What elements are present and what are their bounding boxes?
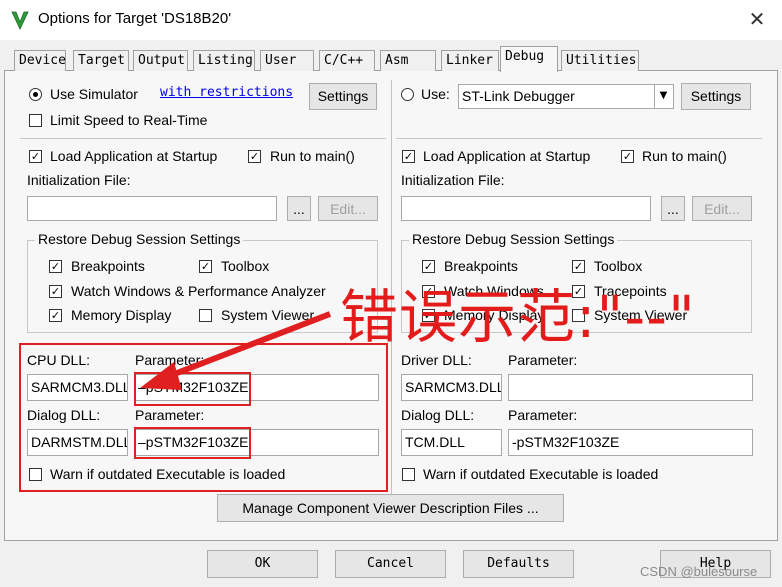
driver-dll-input[interactable]: SARMCM3.DLL: [401, 374, 502, 401]
tab-utilities[interactable]: Utilities: [561, 50, 639, 71]
tab-debug[interactable]: Debug: [500, 46, 558, 72]
right-dialog-dll-input[interactable]: TCM.DLL: [401, 429, 502, 456]
keil-app-icon: [11, 11, 29, 30]
left-init-file-label: Initialization File:: [27, 172, 131, 188]
left-load-app-label: Load Application at Startup: [50, 148, 218, 164]
right-restore-session-title: Restore Debug Session Settings: [409, 231, 618, 247]
left-toolbox-checkbox[interactable]: ✓: [199, 260, 212, 273]
tab-output[interactable]: Output: [133, 50, 188, 71]
defaults-button[interactable]: Defaults: [463, 550, 574, 578]
tab-listing[interactable]: Listing: [193, 50, 255, 71]
tab-c-cpp[interactable]: C/C++: [319, 50, 375, 71]
right-load-app-checkbox[interactable]: ✓: [402, 150, 415, 163]
right-init-file-label: Initialization File:: [401, 172, 505, 188]
tab-linker[interactable]: Linker: [441, 50, 499, 71]
right-warn-outdated-checkbox[interactable]: [402, 468, 415, 481]
use-label: Use:: [421, 86, 450, 102]
driver-dll-label: Driver DLL:: [401, 352, 472, 368]
right-dialog-param-label: Parameter:: [508, 407, 578, 423]
tab-target[interactable]: Target: [73, 50, 129, 71]
right-run-to-main-label: Run to main(): [642, 148, 727, 164]
tab-device[interactable]: Device: [14, 50, 66, 71]
left-divider: [20, 138, 386, 139]
debugger-select-value: ST-Link Debugger: [462, 88, 575, 104]
manage-component-viewer-button[interactable]: Manage Component Viewer Description File…: [217, 494, 564, 522]
annotation-arrow-icon: [140, 311, 332, 390]
driver-param-input[interactable]: [508, 374, 753, 401]
left-breakpoints-label: Breakpoints: [71, 258, 145, 274]
cancel-button[interactable]: Cancel: [335, 550, 446, 578]
left-run-to-main-label: Run to main(): [270, 148, 355, 164]
right-dialog-dll-label: Dialog DLL:: [401, 407, 475, 423]
left-load-app-checkbox[interactable]: ✓: [29, 150, 42, 163]
right-run-to-main-checkbox[interactable]: ✓: [621, 150, 634, 163]
csdn-watermark: CSDN @bulesourse: [640, 564, 758, 579]
right-init-file-input[interactable]: [401, 196, 651, 221]
limit-speed-checkbox[interactable]: [29, 114, 42, 127]
tab-user[interactable]: User: [260, 50, 314, 71]
use-simulator-label: Use Simulator: [50, 86, 138, 102]
with-restrictions-link[interactable]: with restrictions: [160, 85, 293, 100]
right-init-file-browse-button[interactable]: ...: [661, 196, 685, 221]
left-init-file-input[interactable]: [27, 196, 277, 221]
close-icon[interactable]: ✕: [744, 6, 770, 32]
right-load-app-label: Load Application at Startup: [423, 148, 591, 164]
tab-asm[interactable]: Asm: [380, 50, 436, 71]
annotation-dialog-param-box: [134, 427, 251, 459]
left-restore-session-title: Restore Debug Session Settings: [35, 231, 244, 247]
left-toolbox-label: Toolbox: [221, 258, 270, 274]
right-dialog-param-input[interactable]: -pSTM32F103ZE: [508, 429, 753, 456]
left-memory-display-checkbox[interactable]: ✓: [49, 309, 62, 322]
right-init-file-edit-button[interactable]: Edit...: [692, 196, 752, 221]
right-warn-outdated-label: Warn if outdated Executable is loaded: [423, 466, 659, 482]
right-divider: [396, 138, 762, 139]
use-debugger-radio[interactable]: [401, 88, 414, 101]
left-init-file-edit-button[interactable]: Edit...: [318, 196, 378, 221]
left-run-to-main-checkbox[interactable]: ✓: [248, 150, 261, 163]
left-init-file-browse-button[interactable]: ...: [287, 196, 311, 221]
window-title: Options for Target 'DS18B20': [38, 10, 232, 27]
left-breakpoints-checkbox[interactable]: ✓: [49, 260, 62, 273]
left-watch-windows-checkbox[interactable]: ✓: [49, 285, 62, 298]
chevron-down-icon[interactable]: ▼: [654, 85, 672, 108]
limit-speed-label: Limit Speed to Real-Time: [50, 112, 208, 128]
simulator-settings-button[interactable]: Settings: [309, 83, 377, 110]
debugger-select[interactable]: ST-Link Debugger: [458, 84, 674, 109]
left-watch-windows-label: Watch Windows & Performance Analyzer: [71, 283, 326, 299]
annotation-wrong-example-text: 错误示范:"--": [340, 283, 696, 351]
driver-param-label: Parameter:: [508, 352, 578, 368]
use-simulator-radio[interactable]: [29, 88, 42, 101]
debugger-settings-button[interactable]: Settings: [681, 83, 751, 110]
ok-button[interactable]: OK: [207, 550, 318, 578]
